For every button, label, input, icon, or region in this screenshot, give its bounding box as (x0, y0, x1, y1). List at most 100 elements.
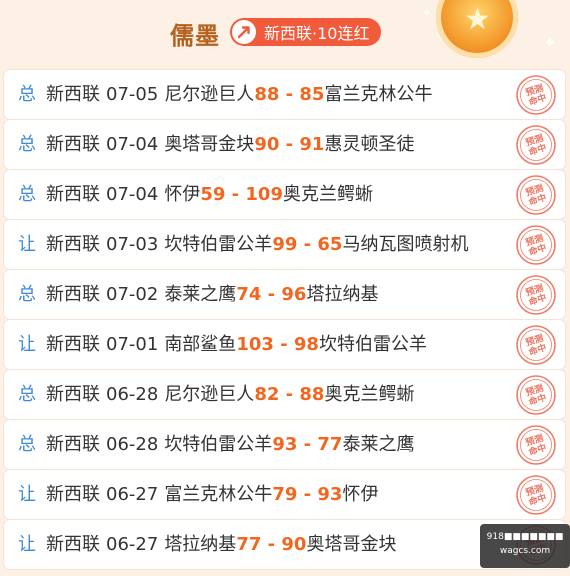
bet-type: 总 (18, 384, 36, 405)
prediction-hit-stamp-icon: 预测 命中 (516, 175, 556, 215)
bet-type: 让 (18, 534, 36, 555)
result-row[interactable]: 总新西联 07-02 泰莱之鹰74 - 96塔拉纳基 预测 命中 (4, 270, 565, 319)
away-score: 85 (299, 84, 325, 105)
match-date: 06-27 (106, 484, 159, 505)
result-row[interactable]: 总新西联 06-28 坎特伯雷公羊93 - 77泰莱之鹰 预测 命中 (4, 420, 565, 469)
match-info: 新西联 07-04 怀伊59 - 109奥克兰鳄蜥 (46, 184, 373, 205)
league-name: 新西联 (46, 384, 100, 405)
prediction-hit-stamp-icon: 预测 命中 (516, 325, 556, 365)
trend-up-icon (232, 20, 256, 44)
sparkle-icon: ✦ (423, 8, 432, 19)
prediction-hit-stamp-icon: 预测 命中 (516, 125, 556, 165)
bet-type: 总 (18, 84, 36, 105)
match-date: 07-05 (106, 84, 159, 105)
home-team: 塔拉纳基 (164, 534, 237, 555)
prediction-hit-stamp-icon: 预测 命中 (516, 425, 556, 465)
home-score: 77 (236, 534, 262, 555)
result-row[interactable]: 让新西联 06-27 富兰克林公牛79 - 93怀伊 预测 命中 (4, 470, 565, 519)
bet-type: 让 (18, 484, 36, 505)
match-info: 新西联 07-04 奥塔哥金块90 - 91惠灵顿圣徒 (46, 134, 415, 155)
match-info: 新西联 06-27 富兰克林公牛79 - 93怀伊 (46, 484, 379, 505)
away-score: 96 (281, 284, 307, 305)
match-info: 新西联 07-05 尼尔逊巨人88 - 85富兰克林公牛 (46, 84, 433, 105)
home-score: 88 (254, 84, 280, 105)
away-score: 77 (317, 434, 343, 455)
away-team: 坎特伯雷公羊 (318, 334, 427, 355)
match-date: 06-28 (106, 384, 159, 405)
match-info: 新西联 06-28 坎特伯雷公羊93 - 77泰莱之鹰 (46, 434, 415, 455)
away-team: 奥克兰鳄蜥 (282, 184, 373, 205)
prediction-hit-stamp-icon: 预测 命中 (516, 225, 556, 265)
away-team: 奥克兰鳄蜥 (324, 384, 415, 405)
header: ★ ✦ ✦ 儒墨 新西联·10连红 (0, 0, 570, 66)
match-info: 新西联 07-02 泰莱之鹰74 - 96塔拉纳基 (46, 284, 379, 305)
home-team: 尼尔逊巨人 (164, 384, 255, 405)
result-row[interactable]: 总新西联 06-28 尼尔逊巨人82 - 88奥克兰鳄蜥 预测 命中 (4, 370, 565, 419)
league-name: 新西联 (46, 434, 100, 455)
home-team: 坎特伯雷公羊 (164, 434, 273, 455)
home-team: 泰莱之鹰 (164, 284, 237, 305)
streak-badge: 新西联·10连红 (230, 18, 382, 46)
author-name[interactable]: 儒墨 (170, 16, 220, 51)
away-score: 98 (293, 334, 319, 355)
home-score: 82 (254, 384, 280, 405)
match-date: 07-04 (106, 134, 159, 155)
watermark-line1: 918■■■■■■■ (486, 532, 564, 542)
league-name: 新西联 (46, 184, 100, 205)
league-name: 新西联 (46, 234, 100, 255)
match-date: 06-27 (106, 534, 159, 555)
result-row[interactable]: 总新西联 07-04 奥塔哥金块90 - 91惠灵顿圣徒 预测 命中 (4, 120, 565, 169)
match-info: 新西联 07-01 南部鲨鱼103 - 98坎特伯雷公羊 (46, 334, 427, 355)
home-score: 79 (272, 484, 298, 505)
away-score: 88 (299, 384, 325, 405)
home-score: 59 (200, 184, 226, 205)
away-team: 泰莱之鹰 (342, 434, 415, 455)
league-name: 新西联 (46, 534, 100, 555)
match-info: 新西联 06-27 塔拉纳基77 - 90奥塔哥金块 (46, 534, 397, 555)
away-team: 塔拉纳基 (306, 284, 379, 305)
away-score: 90 (281, 534, 307, 555)
home-score: 90 (254, 134, 280, 155)
home-team: 怀伊 (164, 184, 201, 205)
streak-badge-text: 新西联·10连红 (264, 24, 370, 43)
result-row[interactable]: 让新西联 07-03 坎特伯雷公羊99 - 65马纳瓦图喷射机 预测 命中 (4, 220, 565, 269)
bet-type: 总 (18, 434, 36, 455)
result-row[interactable]: 让新西联 07-01 南部鲨鱼103 - 98坎特伯雷公羊 预测 命中 (4, 320, 565, 369)
result-row[interactable]: 总新西联 07-05 尼尔逊巨人88 - 85富兰克林公牛 预测 命中 (4, 70, 565, 119)
result-list: 总新西联 07-05 尼尔逊巨人88 - 85富兰克林公牛 预测 命中 总新西联 07… (4, 70, 565, 570)
league-name: 新西联 (46, 134, 100, 155)
star-icon: ★ (464, 2, 491, 37)
away-team: 富兰克林公牛 (324, 84, 433, 105)
match-date: 07-04 (106, 184, 159, 205)
away-team: 惠灵顿圣徒 (324, 134, 415, 155)
home-team: 富兰克林公牛 (164, 484, 273, 505)
match-date: 07-03 (106, 234, 159, 255)
league-name: 新西联 (46, 484, 100, 505)
prediction-hit-stamp-icon: 预测 命中 (516, 75, 556, 115)
bet-type: 总 (18, 134, 36, 155)
league-name: 新西联 (46, 284, 100, 305)
away-score: 109 (245, 184, 283, 205)
home-score: 103 (236, 334, 274, 355)
match-info: 新西联 06-28 尼尔逊巨人82 - 88奥克兰鳄蜥 (46, 384, 415, 405)
league-name: 新西联 (46, 334, 100, 355)
away-score: 93 (317, 484, 343, 505)
match-date: 06-28 (106, 434, 159, 455)
home-score: 93 (272, 434, 298, 455)
bet-type: 总 (18, 184, 36, 205)
home-team: 奥塔哥金块 (164, 134, 255, 155)
prediction-hit-stamp-icon: 预测 命中 (516, 275, 556, 315)
match-date: 07-02 (106, 284, 159, 305)
away-score: 65 (317, 234, 343, 255)
bet-type: 让 (18, 234, 36, 255)
away-team: 奥塔哥金块 (306, 534, 397, 555)
bet-type: 让 (18, 334, 36, 355)
match-date: 07-01 (106, 334, 159, 355)
prediction-hit-stamp-icon: 预测 命中 (516, 475, 556, 515)
result-row[interactable]: 总新西联 07-04 怀伊59 - 109奥克兰鳄蜥 预测 命中 (4, 170, 565, 219)
watermark: 918■■■■■■■ wagcs.com (480, 524, 570, 568)
home-team: 坎特伯雷公羊 (164, 234, 273, 255)
away-team: 马纳瓦图喷射机 (342, 234, 469, 255)
bet-type: 总 (18, 284, 36, 305)
sparkle-icon: ✦ (543, 33, 557, 52)
